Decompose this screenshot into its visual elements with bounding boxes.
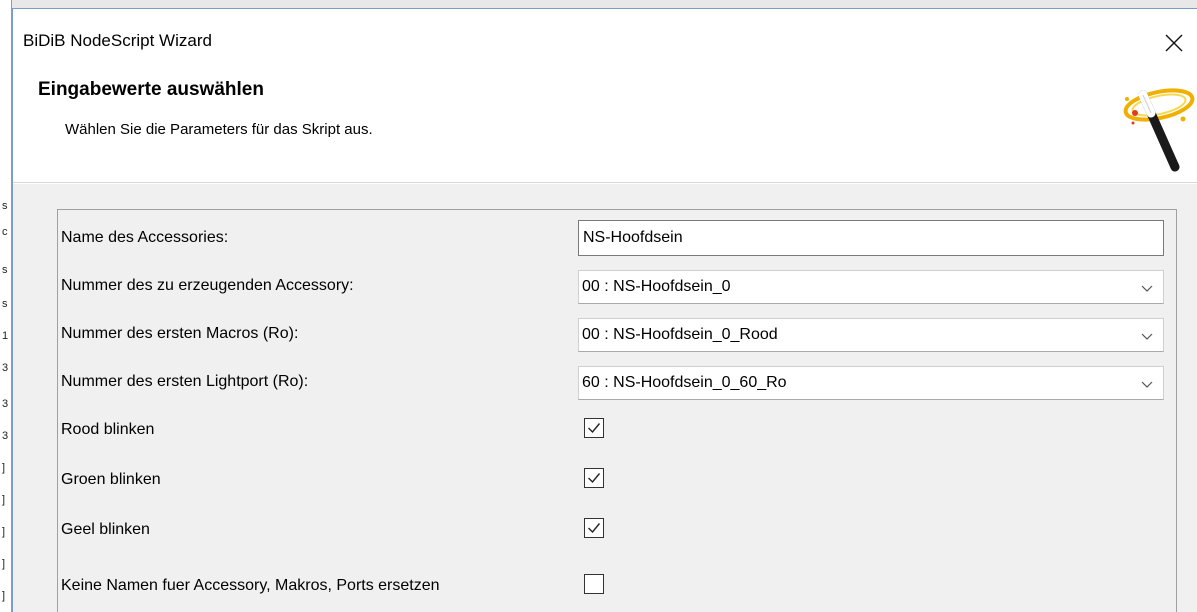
magic-wand-icon xyxy=(1123,88,1195,172)
accessory-row: Nummer des zu erzeugenden Accessory: 00 … xyxy=(58,266,1176,306)
macro-number-value: 00 : NS-Hoofdsein_0_Rood xyxy=(582,326,778,343)
checkmark-icon xyxy=(588,523,601,534)
close-button[interactable] xyxy=(1151,23,1197,63)
accessory-number-value: 00 : NS-Hoofdsein_0 xyxy=(582,278,731,295)
groen-blinken-checkbox[interactable] xyxy=(584,468,604,488)
close-icon xyxy=(1165,34,1183,52)
geel-blinken-label: Geel blinken xyxy=(61,521,150,538)
lightport-number-value: 60 : NS-Hoofdsein_0_60_Ro xyxy=(582,374,787,391)
wizard-content: Name des Accessories: Nummer des zu erze… xyxy=(13,184,1197,612)
background-glyph: 3 xyxy=(2,398,9,410)
chevron-down-icon xyxy=(1141,381,1153,388)
lightport-row: Nummer des ersten Lightport (Ro): 60 : N… xyxy=(58,362,1176,402)
macro-number-dropdown[interactable]: 00 : NS-Hoofdsein_0_Rood xyxy=(578,318,1164,352)
chevron-down-icon xyxy=(1141,333,1153,340)
macro-label: Nummer des ersten Macros (Ro): xyxy=(61,325,299,342)
geel-blinken-checkbox[interactable] xyxy=(584,518,604,538)
background-glyph: s xyxy=(2,264,8,276)
background-glyph: ] xyxy=(2,590,6,602)
groen-blinken-label: Groen blinken xyxy=(61,471,161,488)
background-glyph: ] xyxy=(2,462,6,474)
page-subtitle: Wählen Sie die Parameters für das Skript… xyxy=(65,121,373,138)
checkmark-icon xyxy=(588,423,601,434)
lightport-number-dropdown[interactable]: 60 : NS-Hoofdsein_0_60_Ro xyxy=(578,366,1164,400)
name-row: Name des Accessories: xyxy=(58,218,1176,258)
keine-namen-row: Keine Namen fuer Accessory, Makros, Port… xyxy=(58,566,1176,606)
background-glyph: ] xyxy=(2,494,6,506)
parameter-panel: Name des Accessories: Nummer des zu erze… xyxy=(57,209,1177,612)
lightport-label: Nummer des ersten Lightport (Ro): xyxy=(61,373,309,390)
background-glyph: c xyxy=(2,226,8,238)
chevron-down-icon xyxy=(1141,285,1153,292)
accessory-label: Nummer des zu erzeugenden Accessory: xyxy=(61,277,354,294)
background-glyph: ] xyxy=(2,558,6,570)
accessory-name-input[interactable] xyxy=(578,220,1164,256)
keine-namen-checkbox[interactable] xyxy=(584,574,604,594)
background-glyph: 1 xyxy=(2,330,9,342)
groen-blinken-row: Groen blinken xyxy=(58,460,1176,500)
window-title: BiDiB NodeScript Wizard xyxy=(23,31,212,50)
title-bar[interactable]: BiDiB NodeScript Wizard xyxy=(13,9,1197,65)
geel-blinken-row: Geel blinken xyxy=(58,510,1176,550)
wizard-dialog: BiDiB NodeScript Wizard Eingabewerte aus… xyxy=(12,8,1197,612)
wizard-header: Eingabewerte auswählen Wählen Sie die Pa… xyxy=(13,65,1197,183)
page-title: Eingabewerte auswählen xyxy=(38,79,264,100)
background-window-edge: s c s s 1 3 3 3 ] ] ] ] ] xyxy=(0,0,12,612)
accessory-number-dropdown[interactable]: 00 : NS-Hoofdsein_0 xyxy=(578,270,1164,304)
background-glyph: s xyxy=(2,200,8,212)
rood-blinken-row: Rood blinken xyxy=(58,410,1176,450)
checkmark-icon xyxy=(588,473,601,484)
name-label: Name des Accessories: xyxy=(61,229,229,246)
rood-blinken-label: Rood blinken xyxy=(61,421,155,438)
rood-blinken-checkbox[interactable] xyxy=(584,418,604,438)
background-glyph: ] xyxy=(2,526,6,538)
keine-namen-label: Keine Namen fuer Accessory, Makros, Port… xyxy=(61,577,440,594)
background-glyph: 3 xyxy=(2,430,9,442)
background-glyph: s xyxy=(2,298,8,310)
macro-row: Nummer des ersten Macros (Ro): 00 : NS-H… xyxy=(58,314,1176,354)
background-glyph: 3 xyxy=(2,362,9,374)
